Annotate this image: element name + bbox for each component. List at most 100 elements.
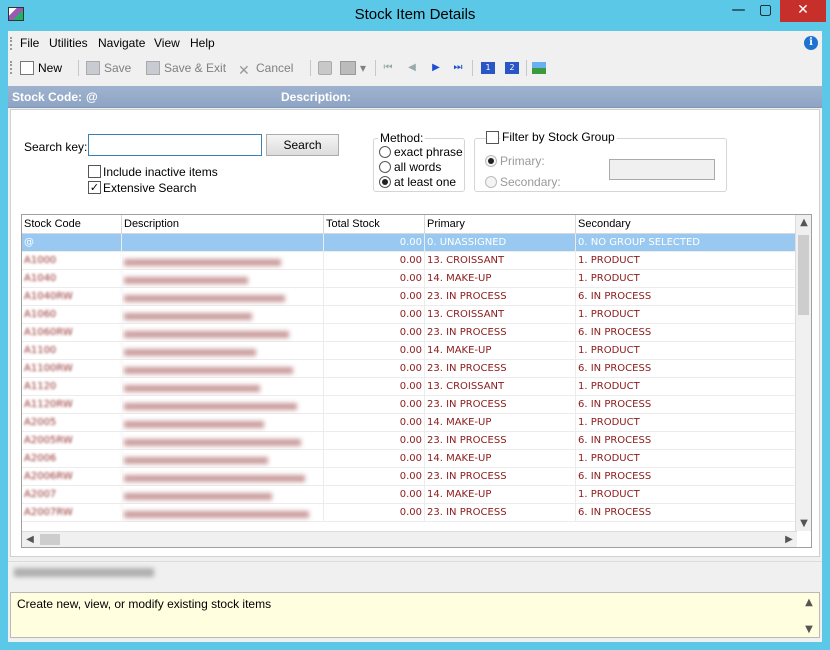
delete-button[interactable]: [318, 61, 336, 75]
menu-grip: [10, 37, 12, 50]
menu-navigate[interactable]: Navigate: [98, 36, 145, 50]
table-cell: [122, 378, 324, 396]
search-button[interactable]: Search: [266, 134, 339, 156]
table-cell: A1040RW: [22, 288, 122, 306]
table-cell: 23. IN PROCESS: [425, 504, 576, 522]
toolbar-separator: [526, 60, 527, 76]
method-atleast-label: at least one: [394, 175, 457, 189]
picture-icon[interactable]: [532, 62, 546, 74]
column-header[interactable]: Secondary: [576, 215, 797, 234]
horizontal-scrollbar[interactable]: ◀ ▶: [22, 531, 797, 547]
column-header[interactable]: Stock Code: [22, 215, 122, 234]
blurred-description: [124, 421, 264, 428]
table-cell: 13. CROISSANT: [425, 252, 576, 270]
column-header[interactable]: Total Stock: [324, 215, 425, 234]
filter-secondary-radio[interactable]: [485, 176, 497, 188]
table-row[interactable]: A1040RW 0.00 23. IN PROCESS 6. IN PROCESS: [22, 288, 797, 306]
table-cell: [122, 252, 324, 270]
table-cell: 14. MAKE-UP: [425, 414, 576, 432]
table-row[interactable]: A2006RW 0.00 23. IN PROCESS 6. IN PROCESS: [22, 468, 797, 486]
scroll-down-icon[interactable]: ▼: [796, 518, 811, 529]
title-bar: Stock Item Details — ▢ ✕: [0, 0, 830, 30]
scroll-right-icon[interactable]: ▶: [781, 534, 797, 545]
extensive-search-checkbox[interactable]: ✓: [88, 181, 101, 194]
scroll-up-icon[interactable]: ▲: [796, 217, 811, 228]
column-header[interactable]: Description: [122, 215, 324, 234]
record-one-icon[interactable]: 1: [481, 62, 495, 74]
table-cell: [122, 360, 324, 378]
help-scroll-up-icon[interactable]: ▲: [801, 597, 817, 608]
table-cell: [122, 468, 324, 486]
previous-record-icon[interactable]: ◀: [406, 62, 418, 74]
close-button[interactable]: ✕: [780, 0, 826, 22]
print-button[interactable]: ▾: [340, 61, 366, 75]
table-cell: 0.00: [324, 324, 425, 342]
filter-group-field[interactable]: [609, 159, 715, 180]
grid-header: Stock Code Description Total Stock Primary S…: [22, 215, 797, 234]
table-row[interactable]: A1040 0.00 14. MAKE-UP 1. PRODUCT: [22, 270, 797, 288]
hscroll-thumb[interactable]: [40, 534, 60, 545]
table-row[interactable]: A1120 0.00 13. CROISSANT 1. PRODUCT: [22, 378, 797, 396]
record-two-icon[interactable]: 2: [505, 62, 519, 74]
method-all-radio[interactable]: [379, 161, 391, 173]
table-row[interactable]: A2005RW 0.00 23. IN PROCESS 6. IN PROCESS: [22, 432, 797, 450]
vertical-scrollbar[interactable]: ▲ ▼: [795, 215, 811, 531]
column-header[interactable]: Primary: [425, 215, 576, 234]
table-cell: [122, 450, 324, 468]
table-cell: A1120RW: [22, 396, 122, 414]
cancel-label: Cancel: [256, 61, 294, 75]
table-cell: 1. PRODUCT: [576, 342, 797, 360]
new-button[interactable]: New: [20, 61, 62, 75]
menu-view[interactable]: View: [154, 36, 180, 50]
menu-utilities[interactable]: Utilities: [49, 36, 88, 50]
save-button[interactable]: Save: [86, 61, 131, 75]
last-record-icon[interactable]: ⏭: [452, 62, 464, 74]
filter-primary-radio[interactable]: [485, 155, 497, 167]
menu-help[interactable]: Help: [190, 36, 215, 50]
filter-checkbox[interactable]: [486, 131, 499, 144]
table-row[interactable]: A1100 0.00 14. MAKE-UP 1. PRODUCT: [22, 342, 797, 360]
status-bar: [8, 561, 822, 583]
table-row[interactable]: A2005 0.00 14. MAKE-UP 1. PRODUCT: [22, 414, 797, 432]
table-cell: 23. IN PROCESS: [425, 468, 576, 486]
stock-code-label: Stock Code:: [12, 90, 83, 104]
table-row[interactable]: A2006 0.00 14. MAKE-UP 1. PRODUCT: [22, 450, 797, 468]
table-cell: 23. IN PROCESS: [425, 324, 576, 342]
table-cell: [122, 486, 324, 504]
blurred-description: [124, 493, 272, 500]
table-cell: 6. IN PROCESS: [576, 432, 797, 450]
blurred-description: [124, 385, 260, 392]
table-cell: 1. PRODUCT: [576, 486, 797, 504]
table-cell: A1060: [22, 306, 122, 324]
cancel-button[interactable]: ✕ Cancel: [238, 61, 293, 77]
table-row[interactable]: @0.00 0. UNASSIGNED 0. NO GROUP SELECTED: [22, 234, 797, 252]
method-atleast-radio[interactable]: [379, 176, 391, 188]
search-input[interactable]: [88, 134, 262, 156]
table-row[interactable]: A1000 0.00 13. CROISSANT 1. PRODUCT: [22, 252, 797, 270]
table-cell: [122, 288, 324, 306]
include-inactive-checkbox[interactable]: [88, 165, 101, 178]
table-cell: 0. NO GROUP SELECTED: [576, 234, 797, 252]
minimize-button[interactable]: —: [725, 0, 752, 22]
table-cell: 0.00: [324, 450, 425, 468]
next-record-icon[interactable]: ▶: [430, 62, 442, 74]
info-icon[interactable]: i: [804, 36, 818, 50]
help-scroll-down-icon[interactable]: ▼: [801, 624, 817, 635]
table-row[interactable]: A2007 0.00 14. MAKE-UP 1. PRODUCT: [22, 486, 797, 504]
first-record-icon[interactable]: ⏮: [382, 62, 394, 74]
save-exit-button[interactable]: Save & Exit: [146, 61, 226, 75]
maximize-button[interactable]: ▢: [752, 0, 779, 22]
table-row[interactable]: A2007RW 0.00 23. IN PROCESS 6. IN PROCESS: [22, 504, 797, 522]
table-row[interactable]: A1120RW 0.00 23. IN PROCESS 6. IN PROCESS: [22, 396, 797, 414]
blurred-description: [124, 475, 305, 482]
table-row[interactable]: A1100RW 0.00 23. IN PROCESS 6. IN PROCESS: [22, 360, 797, 378]
scroll-left-icon[interactable]: ◀: [22, 534, 38, 545]
scroll-thumb[interactable]: [798, 235, 809, 315]
table-row[interactable]: A1060RW 0.00 23. IN PROCESS 6. IN PROCESS: [22, 324, 797, 342]
table-row[interactable]: A1060 0.00 13. CROISSANT 1. PRODUCT: [22, 306, 797, 324]
method-exact-radio[interactable]: [379, 146, 391, 158]
menu-file[interactable]: File: [20, 36, 39, 50]
blurred-description: [124, 403, 297, 410]
filter-title: Filter by Stock Group: [500, 130, 617, 144]
new-document-icon: [20, 61, 34, 75]
